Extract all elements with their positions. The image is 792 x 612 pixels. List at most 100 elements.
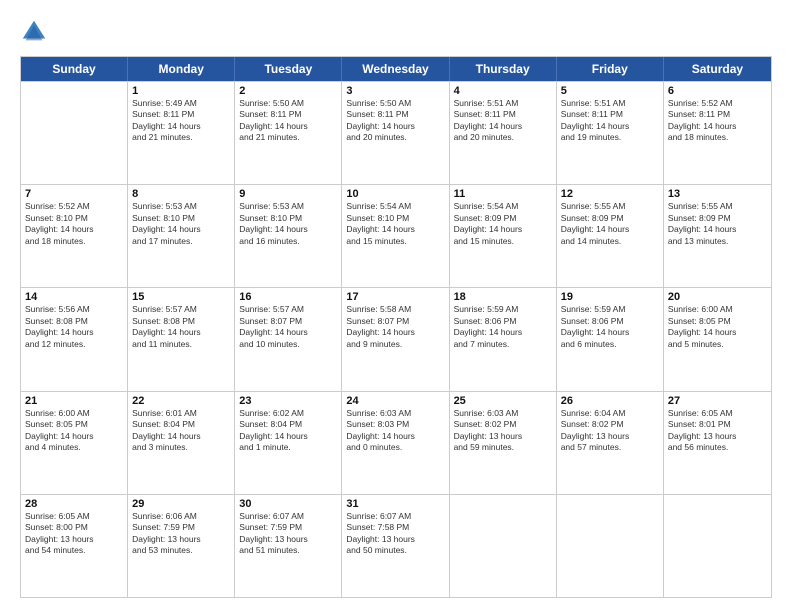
cell-info: Sunrise: 5:51 AM Sunset: 8:11 PM Dayligh… [561,98,659,144]
cell-info: Sunrise: 6:02 AM Sunset: 8:04 PM Dayligh… [239,408,337,454]
cal-cell-6: 6Sunrise: 5:52 AM Sunset: 8:11 PM Daylig… [664,82,771,184]
cell-date: 22 [132,395,230,407]
cell-date: 29 [132,498,230,510]
cell-date: 30 [239,498,337,510]
cell-info: Sunrise: 5:50 AM Sunset: 8:11 PM Dayligh… [239,98,337,144]
cal-row-4: 28Sunrise: 6:05 AM Sunset: 8:00 PM Dayli… [21,494,771,597]
cal-cell-25: 25Sunrise: 6:03 AM Sunset: 8:02 PM Dayli… [450,392,557,494]
cell-date: 27 [668,395,767,407]
cell-info: Sunrise: 6:03 AM Sunset: 8:02 PM Dayligh… [454,408,552,454]
cell-date: 10 [346,188,444,200]
cal-cell-empty-4-5 [557,495,664,597]
cell-date: 18 [454,291,552,303]
cal-cell-17: 17Sunrise: 5:58 AM Sunset: 8:07 PM Dayli… [342,288,449,390]
cell-info: Sunrise: 5:54 AM Sunset: 8:10 PM Dayligh… [346,201,444,247]
logo-icon [20,18,48,46]
cell-date: 1 [132,85,230,97]
cell-date: 20 [668,291,767,303]
day-header-tuesday: Tuesday [235,57,342,81]
cell-info: Sunrise: 6:07 AM Sunset: 7:59 PM Dayligh… [239,511,337,557]
header [20,18,772,46]
cell-info: Sunrise: 5:52 AM Sunset: 8:11 PM Dayligh… [668,98,767,144]
cell-info: Sunrise: 6:05 AM Sunset: 8:01 PM Dayligh… [668,408,767,454]
cal-cell-15: 15Sunrise: 5:57 AM Sunset: 8:08 PM Dayli… [128,288,235,390]
cal-cell-31: 31Sunrise: 6:07 AM Sunset: 7:58 PM Dayli… [342,495,449,597]
cell-info: Sunrise: 5:52 AM Sunset: 8:10 PM Dayligh… [25,201,123,247]
cell-date: 15 [132,291,230,303]
cell-date: 14 [25,291,123,303]
cal-cell-30: 30Sunrise: 6:07 AM Sunset: 7:59 PM Dayli… [235,495,342,597]
cal-cell-7: 7Sunrise: 5:52 AM Sunset: 8:10 PM Daylig… [21,185,128,287]
cal-cell-19: 19Sunrise: 5:59 AM Sunset: 8:06 PM Dayli… [557,288,664,390]
cal-cell-2: 2Sunrise: 5:50 AM Sunset: 8:11 PM Daylig… [235,82,342,184]
cal-cell-5: 5Sunrise: 5:51 AM Sunset: 8:11 PM Daylig… [557,82,664,184]
cell-date: 31 [346,498,444,510]
cal-cell-3: 3Sunrise: 5:50 AM Sunset: 8:11 PM Daylig… [342,82,449,184]
cell-info: Sunrise: 6:06 AM Sunset: 7:59 PM Dayligh… [132,511,230,557]
cal-cell-20: 20Sunrise: 6:00 AM Sunset: 8:05 PM Dayli… [664,288,771,390]
cell-info: Sunrise: 5:55 AM Sunset: 8:09 PM Dayligh… [561,201,659,247]
calendar-body: 1Sunrise: 5:49 AM Sunset: 8:11 PM Daylig… [21,81,771,597]
cal-row-3: 21Sunrise: 6:00 AM Sunset: 8:05 PM Dayli… [21,391,771,494]
cal-cell-16: 16Sunrise: 5:57 AM Sunset: 8:07 PM Dayli… [235,288,342,390]
cell-info: Sunrise: 5:59 AM Sunset: 8:06 PM Dayligh… [561,304,659,350]
cell-date: 3 [346,85,444,97]
cell-date: 17 [346,291,444,303]
cell-date: 12 [561,188,659,200]
cal-cell-18: 18Sunrise: 5:59 AM Sunset: 8:06 PM Dayli… [450,288,557,390]
cell-info: Sunrise: 6:00 AM Sunset: 8:05 PM Dayligh… [668,304,767,350]
cell-date: 6 [668,85,767,97]
cell-date: 26 [561,395,659,407]
cell-date: 5 [561,85,659,97]
cal-cell-28: 28Sunrise: 6:05 AM Sunset: 8:00 PM Dayli… [21,495,128,597]
cal-cell-13: 13Sunrise: 5:55 AM Sunset: 8:09 PM Dayli… [664,185,771,287]
day-header-sunday: Sunday [21,57,128,81]
cell-info: Sunrise: 5:57 AM Sunset: 8:07 PM Dayligh… [239,304,337,350]
cell-info: Sunrise: 6:05 AM Sunset: 8:00 PM Dayligh… [25,511,123,557]
cal-cell-29: 29Sunrise: 6:06 AM Sunset: 7:59 PM Dayli… [128,495,235,597]
cal-row-1: 7Sunrise: 5:52 AM Sunset: 8:10 PM Daylig… [21,184,771,287]
cell-info: Sunrise: 5:54 AM Sunset: 8:09 PM Dayligh… [454,201,552,247]
day-header-friday: Friday [557,57,664,81]
cal-cell-9: 9Sunrise: 5:53 AM Sunset: 8:10 PM Daylig… [235,185,342,287]
cal-cell-empty-0-0 [21,82,128,184]
cell-date: 19 [561,291,659,303]
calendar-header: SundayMondayTuesdayWednesdayThursdayFrid… [21,57,771,81]
day-header-monday: Monday [128,57,235,81]
cal-cell-12: 12Sunrise: 5:55 AM Sunset: 8:09 PM Dayli… [557,185,664,287]
cell-date: 21 [25,395,123,407]
day-header-thursday: Thursday [450,57,557,81]
cell-info: Sunrise: 5:59 AM Sunset: 8:06 PM Dayligh… [454,304,552,350]
cal-cell-26: 26Sunrise: 6:04 AM Sunset: 8:02 PM Dayli… [557,392,664,494]
cell-info: Sunrise: 5:57 AM Sunset: 8:08 PM Dayligh… [132,304,230,350]
cell-info: Sunrise: 5:51 AM Sunset: 8:11 PM Dayligh… [454,98,552,144]
cal-cell-10: 10Sunrise: 5:54 AM Sunset: 8:10 PM Dayli… [342,185,449,287]
day-header-wednesday: Wednesday [342,57,449,81]
cal-cell-14: 14Sunrise: 5:56 AM Sunset: 8:08 PM Dayli… [21,288,128,390]
cal-row-2: 14Sunrise: 5:56 AM Sunset: 8:08 PM Dayli… [21,287,771,390]
cal-cell-27: 27Sunrise: 6:05 AM Sunset: 8:01 PM Dayli… [664,392,771,494]
cell-info: Sunrise: 5:50 AM Sunset: 8:11 PM Dayligh… [346,98,444,144]
cell-date: 9 [239,188,337,200]
cal-cell-23: 23Sunrise: 6:02 AM Sunset: 8:04 PM Dayli… [235,392,342,494]
cell-date: 7 [25,188,123,200]
cell-info: Sunrise: 6:04 AM Sunset: 8:02 PM Dayligh… [561,408,659,454]
cell-info: Sunrise: 5:58 AM Sunset: 8:07 PM Dayligh… [346,304,444,350]
cell-date: 24 [346,395,444,407]
cell-date: 2 [239,85,337,97]
cal-cell-8: 8Sunrise: 5:53 AM Sunset: 8:10 PM Daylig… [128,185,235,287]
cell-date: 25 [454,395,552,407]
cell-info: Sunrise: 5:55 AM Sunset: 8:09 PM Dayligh… [668,201,767,247]
calendar: SundayMondayTuesdayWednesdayThursdayFrid… [20,56,772,598]
cell-info: Sunrise: 5:56 AM Sunset: 8:08 PM Dayligh… [25,304,123,350]
cell-date: 16 [239,291,337,303]
cal-cell-24: 24Sunrise: 6:03 AM Sunset: 8:03 PM Dayli… [342,392,449,494]
cell-date: 4 [454,85,552,97]
cell-date: 13 [668,188,767,200]
cell-date: 8 [132,188,230,200]
cell-date: 28 [25,498,123,510]
cal-cell-1: 1Sunrise: 5:49 AM Sunset: 8:11 PM Daylig… [128,82,235,184]
cell-info: Sunrise: 5:53 AM Sunset: 8:10 PM Dayligh… [132,201,230,247]
cal-cell-empty-4-4 [450,495,557,597]
cell-info: Sunrise: 6:03 AM Sunset: 8:03 PM Dayligh… [346,408,444,454]
